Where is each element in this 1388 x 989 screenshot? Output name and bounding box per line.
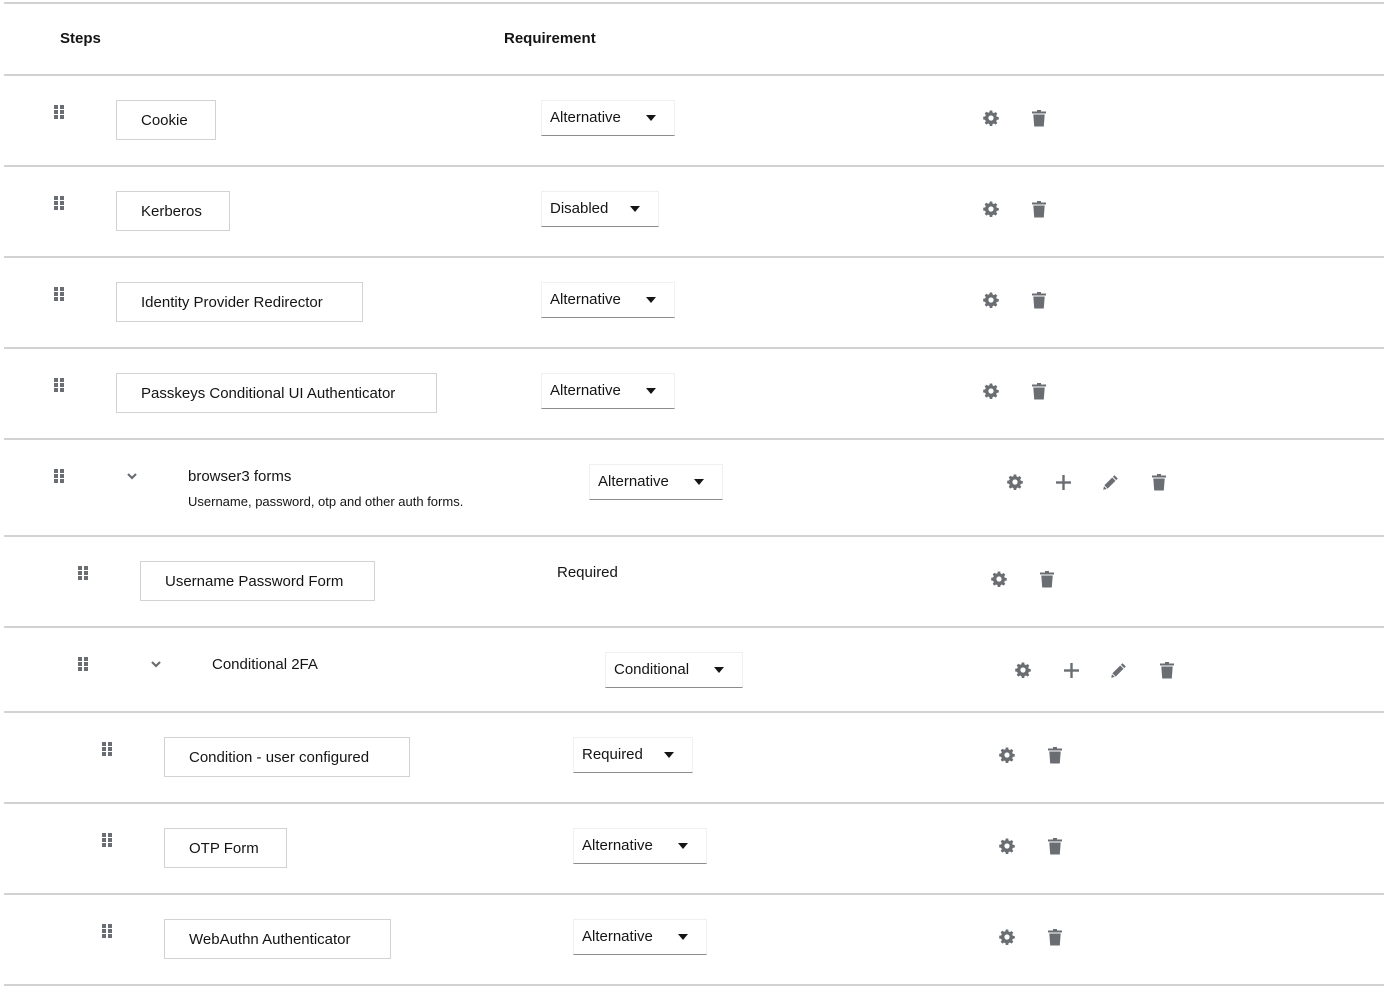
caret-down-icon xyxy=(678,843,688,849)
step-name[interactable]: Condition - user configured xyxy=(164,737,410,777)
requirement-select[interactable]: Conditional xyxy=(605,652,743,688)
caret-down-icon xyxy=(678,934,688,940)
table-row: browser3 forms Username, password, otp a… xyxy=(0,440,1388,536)
trash-icon[interactable] xyxy=(1029,381,1049,401)
trash-icon[interactable] xyxy=(1045,836,1065,856)
subflow-title: Conditional 2FA xyxy=(212,656,318,673)
plus-icon[interactable] xyxy=(1053,472,1073,492)
requirement-select-value: Conditional xyxy=(614,661,690,678)
trash-icon[interactable] xyxy=(1045,927,1065,947)
table-row: Kerberos Disabled xyxy=(0,167,1388,257)
caret-down-icon xyxy=(646,297,656,303)
gear-icon[interactable] xyxy=(981,381,1001,401)
requirement-select[interactable]: Required xyxy=(573,737,693,773)
drag-handle-icon[interactable] xyxy=(102,924,114,938)
drag-handle-icon[interactable] xyxy=(78,657,90,671)
gear-icon[interactable] xyxy=(981,290,1001,310)
step-name[interactable]: WebAuthn Authenticator xyxy=(164,919,391,959)
plus-icon[interactable] xyxy=(1061,660,1081,680)
caret-down-icon xyxy=(664,752,674,758)
chevron-down-icon[interactable] xyxy=(125,469,139,483)
gear-icon[interactable] xyxy=(1013,660,1033,680)
requirement-select-value: Alternative xyxy=(582,837,653,854)
requirement-select-value: Required xyxy=(582,746,643,763)
drag-handle-icon[interactable] xyxy=(54,378,66,392)
drag-handle-icon[interactable] xyxy=(54,105,66,119)
gear-icon[interactable] xyxy=(997,836,1017,856)
table-row: Cookie Alternative xyxy=(0,76,1388,166)
step-name[interactable]: Passkeys Conditional UI Authenticator xyxy=(116,373,437,413)
drag-handle-icon[interactable] xyxy=(54,196,66,210)
step-name[interactable]: OTP Form xyxy=(164,828,287,868)
drag-handle-icon[interactable] xyxy=(102,742,114,756)
step-name[interactable]: Username Password Form xyxy=(140,561,375,601)
trash-icon[interactable] xyxy=(1157,660,1177,680)
requirement-select[interactable]: Alternative xyxy=(589,464,723,500)
requirement-select-value: Alternative xyxy=(582,928,653,945)
requirement-select[interactable]: Alternative xyxy=(541,282,675,318)
caret-down-icon xyxy=(646,115,656,121)
column-header-steps: Steps xyxy=(60,30,101,47)
trash-icon[interactable] xyxy=(1037,569,1057,589)
subflow-title: browser3 forms xyxy=(188,468,292,485)
caret-down-icon xyxy=(646,388,656,394)
trash-icon[interactable] xyxy=(1045,745,1065,765)
table-row: OTP Form Alternative xyxy=(0,804,1388,894)
row-divider xyxy=(4,984,1384,986)
table-row: Condition - user configured Required xyxy=(0,713,1388,803)
drag-handle-icon[interactable] xyxy=(54,469,66,483)
requirement-select-value: Alternative xyxy=(550,291,621,308)
table-row: Identity Provider Redirector Alternative xyxy=(0,258,1388,348)
requirement-select-value: Alternative xyxy=(598,473,669,490)
caret-down-icon xyxy=(630,206,640,212)
table-row: Username Password Form Required xyxy=(0,537,1388,627)
chevron-down-icon[interactable] xyxy=(149,657,163,671)
drag-handle-icon[interactable] xyxy=(78,566,90,580)
requirement-select-value: Alternative xyxy=(550,109,621,126)
trash-icon[interactable] xyxy=(1149,472,1169,492)
caret-down-icon xyxy=(714,667,724,673)
subflow-description: Username, password, otp and other auth f… xyxy=(188,494,464,509)
caret-down-icon xyxy=(694,479,704,485)
gear-icon[interactable] xyxy=(997,927,1017,947)
requirement-select-value: Alternative xyxy=(550,382,621,399)
table-row: WebAuthn Authenticator Alternative xyxy=(0,895,1388,985)
requirement-select[interactable]: Alternative xyxy=(573,828,707,864)
requirement-select-value: Disabled xyxy=(550,200,609,217)
step-name[interactable]: Identity Provider Redirector xyxy=(116,282,363,322)
trash-icon[interactable] xyxy=(1029,199,1049,219)
table-top-border xyxy=(4,2,1384,4)
pencil-icon[interactable] xyxy=(1101,472,1121,492)
step-name[interactable]: Kerberos xyxy=(116,191,230,231)
requirement-select[interactable]: Alternative xyxy=(541,100,675,136)
trash-icon[interactable] xyxy=(1029,290,1049,310)
drag-handle-icon[interactable] xyxy=(102,833,114,847)
column-header-requirement: Requirement xyxy=(504,30,596,47)
table-row: Conditional 2FA Conditional xyxy=(0,628,1388,712)
requirement-select[interactable]: Disabled xyxy=(541,191,659,227)
drag-handle-icon[interactable] xyxy=(54,287,66,301)
requirement-select[interactable]: Alternative xyxy=(573,919,707,955)
gear-icon[interactable] xyxy=(1005,472,1025,492)
step-name[interactable]: Cookie xyxy=(116,100,216,140)
gear-icon[interactable] xyxy=(997,745,1017,765)
gear-icon[interactable] xyxy=(981,199,1001,219)
gear-icon[interactable] xyxy=(989,569,1009,589)
table-row: Passkeys Conditional UI Authenticator Al… xyxy=(0,349,1388,439)
trash-icon[interactable] xyxy=(1029,108,1049,128)
pencil-icon[interactable] xyxy=(1109,660,1129,680)
gear-icon[interactable] xyxy=(981,108,1001,128)
requirement-select[interactable]: Alternative xyxy=(541,373,675,409)
requirement-value: Required xyxy=(557,564,618,581)
